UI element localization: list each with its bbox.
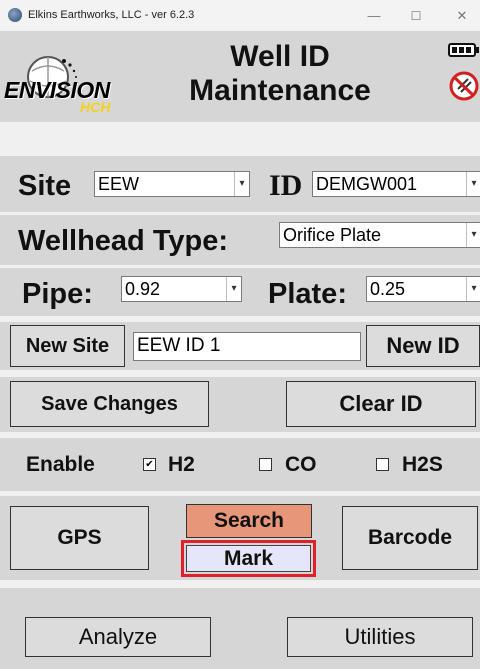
footer: Analyze Utilities (0, 588, 480, 669)
app-icon (8, 8, 22, 22)
chevron-down-icon: ▾ (466, 172, 480, 196)
pipe-select-value: 0.92 (125, 279, 161, 299)
pipe-label: Pipe: (22, 278, 93, 310)
search-button[interactable]: Search (186, 504, 312, 538)
screen-title: Well ID Maintenance (140, 40, 420, 108)
barcode-button[interactable]: Barcode (342, 506, 478, 570)
new-site-input-value: EEW ID 1 (137, 335, 221, 356)
new-site-button[interactable]: New Site (10, 325, 125, 367)
plate-select[interactable]: 0.25 ▾ (366, 276, 480, 302)
co-label: CO (285, 453, 317, 476)
id-select[interactable]: DEMGW001 ▾ (312, 171, 480, 197)
envision-logo: ENVISION HCH (4, 47, 130, 119)
gps-button[interactable]: GPS (10, 506, 149, 570)
chevron-down-icon: ▾ (226, 277, 241, 301)
site-select[interactable]: EEW ▾ (94, 171, 250, 197)
utilities-button[interactable]: Utilities (287, 617, 473, 657)
site-id-row: Site EEW ▾ ID DEMGW001 ▾ (0, 156, 480, 212)
window-title-bar: Elkins Earthworks, LLC - ver 6.2.3 — ☐ ✕ (0, 0, 480, 31)
maximize-button[interactable]: ☐ (398, 4, 434, 28)
h2-checkbox[interactable]: ✔ (143, 458, 156, 471)
no-signal-icon (448, 69, 480, 103)
close-button[interactable]: ✕ (444, 4, 480, 28)
plate-label: Plate: (268, 278, 347, 310)
window-title: Elkins Earthworks, LLC - ver 6.2.3 (28, 9, 195, 21)
enable-label: Enable (26, 453, 95, 476)
co-checkbox[interactable] (259, 458, 272, 471)
screen-title-line1: Well ID (230, 40, 330, 73)
wellhead-type-select[interactable]: Orifice Plate ▾ (279, 222, 480, 248)
screen-title-line2: Maintenance (189, 74, 371, 107)
logo-subtext: HCH (80, 99, 111, 115)
save-clear-row: Save Changes Clear ID (0, 377, 480, 432)
h2s-label: H2S (402, 453, 443, 476)
battery-icon (448, 42, 480, 58)
new-site-row: New Site EEW ID 1 New ID (0, 322, 480, 370)
plate-select-value: 0.25 (370, 279, 406, 299)
header: ENVISION HCH Well ID Maintenance (0, 31, 480, 122)
id-select-value: DEMGW001 (316, 174, 418, 194)
wellhead-type-label: Wellhead Type: (18, 225, 229, 257)
location-row: GPS Search Mark Barcode (0, 496, 480, 580)
id-label: ID (269, 169, 303, 202)
new-id-button[interactable]: New ID (366, 325, 480, 367)
analyze-button[interactable]: Analyze (25, 617, 211, 657)
save-changes-button[interactable]: Save Changes (10, 381, 209, 427)
mark-button[interactable]: Mark (186, 545, 311, 572)
chevron-down-icon: ▾ (466, 277, 480, 301)
clear-id-button[interactable]: Clear ID (286, 381, 476, 427)
h2s-checkbox[interactable] (376, 458, 389, 471)
pipe-plate-row: Pipe: 0.92 ▾ Plate: 0.25 ▾ (0, 268, 480, 316)
minimize-button[interactable]: — (356, 4, 392, 28)
site-select-value: EEW (98, 174, 140, 194)
new-site-input[interactable]: EEW ID 1 (133, 332, 361, 361)
chevron-down-icon: ▾ (234, 172, 249, 196)
wellhead-row: Wellhead Type: Orifice Plate ▾ (0, 215, 480, 265)
mark-highlight: Mark (181, 540, 316, 577)
site-label: Site (18, 170, 72, 202)
enable-gases-row: Enable ✔ H2 CO H2S (0, 438, 480, 491)
h2-label: H2 (168, 453, 195, 476)
wellhead-type-value: Orifice Plate (283, 225, 382, 245)
check-icon: ✔ (145, 459, 154, 470)
chevron-down-icon: ▾ (466, 223, 480, 247)
pipe-select[interactable]: 0.92 ▾ (121, 276, 242, 302)
